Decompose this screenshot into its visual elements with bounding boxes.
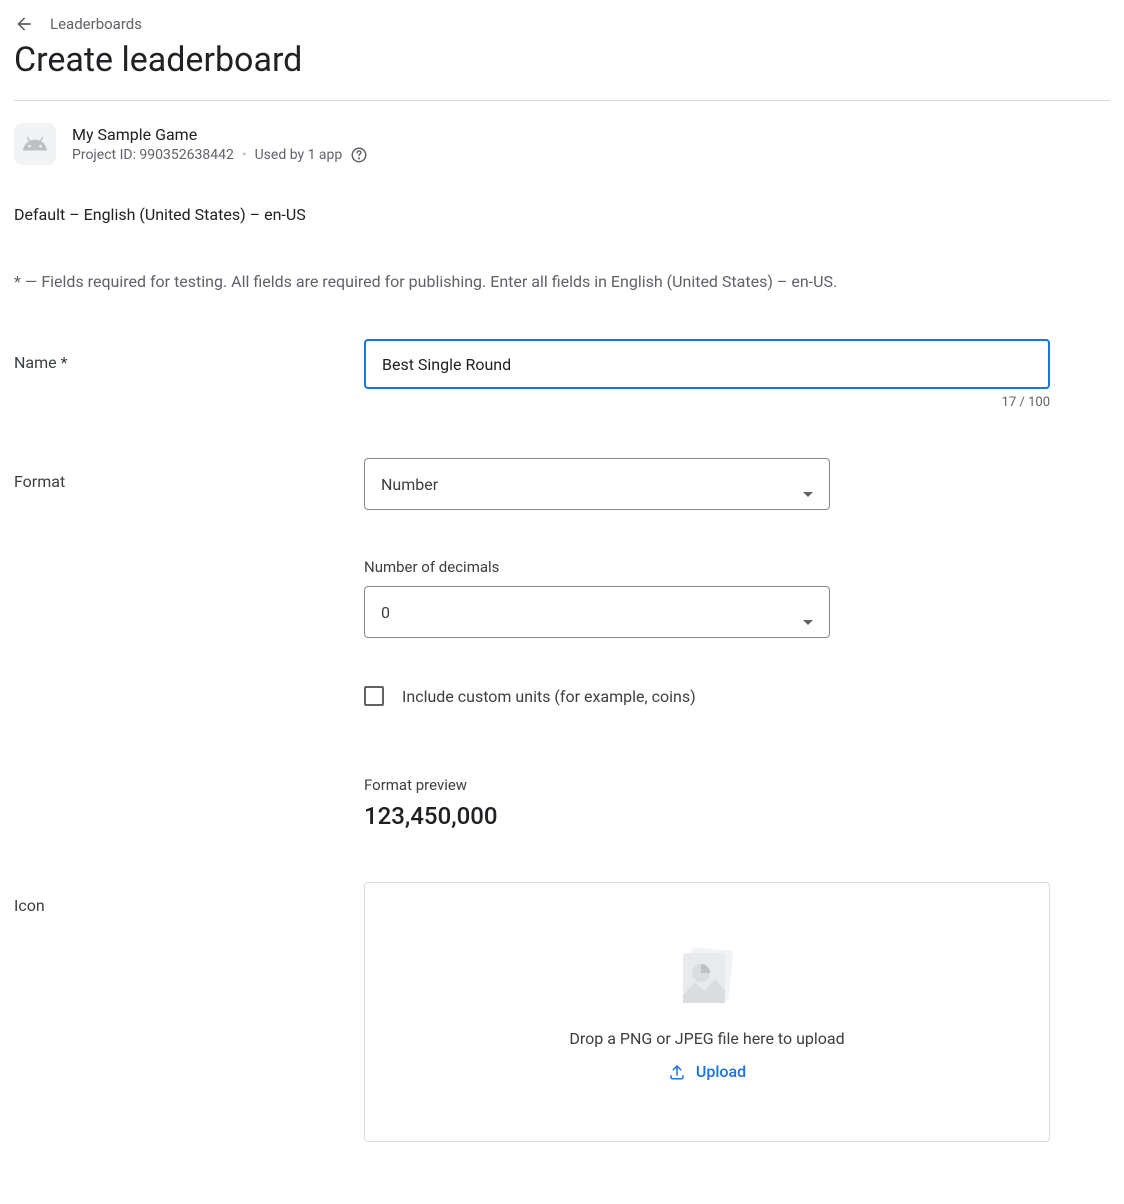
breadcrumb-label[interactable]: Leaderboards: [50, 15, 142, 33]
icon-row: Icon Drop a PNG or JPEG file here to upl…: [14, 882, 1110, 1142]
icon-drop-zone[interactable]: Drop a PNG or JPEG file here to upload U…: [364, 882, 1050, 1142]
name-input[interactable]: [364, 339, 1050, 389]
help-icon[interactable]: [350, 146, 368, 164]
format-preview-value: 123,450,000: [364, 802, 1050, 830]
meta-separator: •: [242, 147, 247, 163]
page-title: Create leaderboard: [14, 40, 1110, 80]
name-char-count: 17 / 100: [364, 395, 1050, 410]
locale-text: Default – English (United States) – en-U…: [14, 205, 1110, 224]
custom-units-row: Include custom units (for example, coins…: [364, 686, 1050, 706]
name-row: Name * 17 / 100: [14, 339, 1110, 410]
custom-units-checkbox[interactable]: [364, 686, 384, 706]
android-icon: [14, 123, 56, 165]
project-header: My Sample Game Project ID: 990352638442 …: [14, 123, 1110, 165]
decimals-label: Number of decimals: [364, 558, 1050, 576]
project-name: My Sample Game: [72, 125, 368, 144]
upload-button[interactable]: Upload: [668, 1062, 746, 1081]
back-arrow-icon[interactable]: [14, 14, 34, 34]
divider: [14, 100, 1110, 101]
upload-icon: [668, 1063, 686, 1081]
decimals-select[interactable]: 0: [364, 586, 830, 638]
custom-units-label: Include custom units (for example, coins…: [402, 687, 696, 706]
required-hint: * — Fields required for testing. All fie…: [14, 272, 1110, 291]
project-id: Project ID: 990352638442: [72, 147, 234, 163]
upload-label: Upload: [696, 1062, 746, 1081]
format-select-value: Number: [381, 475, 438, 494]
project-usage: Used by 1 app: [255, 147, 343, 163]
format-label: Format: [14, 458, 364, 491]
decimals-select-value: 0: [381, 603, 390, 622]
image-stack-icon: [671, 943, 743, 1015]
icon-label: Icon: [14, 882, 364, 915]
breadcrumb: Leaderboards: [14, 14, 1110, 34]
caret-down-icon: [803, 610, 813, 615]
caret-down-icon: [803, 482, 813, 487]
format-preview-label: Format preview: [364, 776, 1050, 794]
format-select[interactable]: Number: [364, 458, 830, 510]
drop-text: Drop a PNG or JPEG file here to upload: [569, 1029, 844, 1048]
project-meta: Project ID: 990352638442 • Used by 1 app: [72, 146, 368, 164]
format-row: Format Number Number of decimals 0: [14, 458, 1110, 830]
name-label: Name *: [14, 339, 364, 372]
